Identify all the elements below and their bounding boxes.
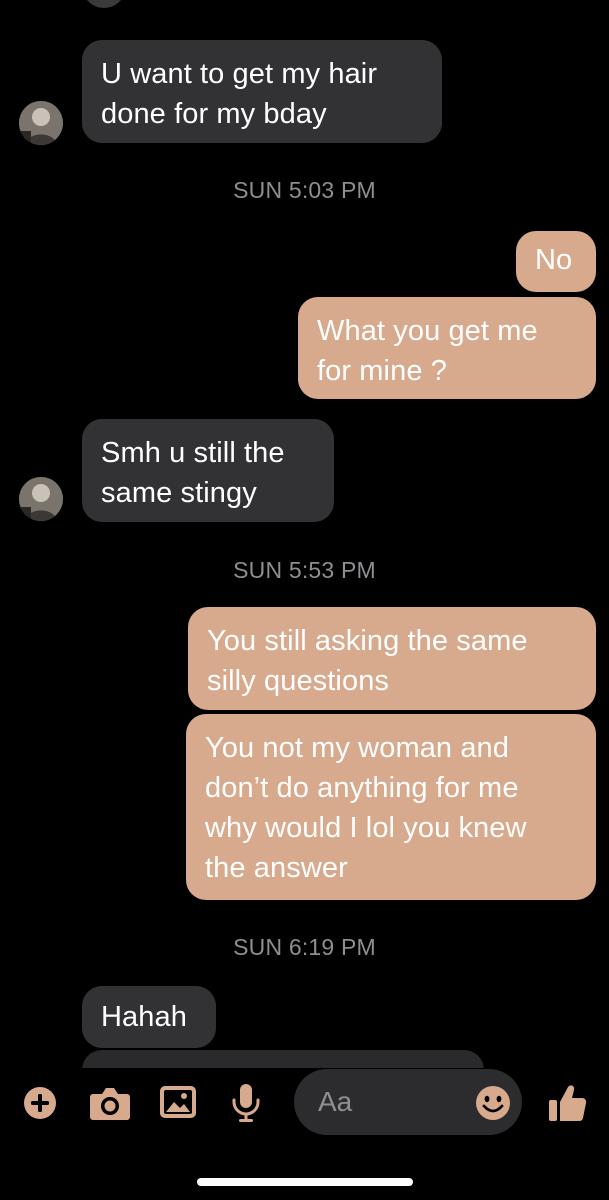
incoming-message[interactable]: Smh u still the same stingy — [82, 419, 334, 522]
emoji-icon[interactable] — [475, 1085, 511, 1121]
message-line: U want to get my hair — [101, 58, 378, 90]
incoming-message[interactable]: U want to get my hair done for my bday — [82, 40, 442, 143]
message-line: No — [535, 244, 573, 276]
message-line: You still asking the same — [207, 625, 528, 657]
message-line: don’t do anything for me — [205, 772, 519, 804]
message-line: for mine ? — [317, 355, 447, 387]
message-line: same stingy — [101, 477, 257, 509]
contact-avatar[interactable] — [19, 477, 63, 521]
partial-avatar — [82, 0, 126, 8]
message-line: Smh u still the — [101, 437, 285, 469]
microphone-icon[interactable] — [230, 1082, 262, 1124]
message-line: why would I lol you knew — [205, 812, 527, 844]
timestamp: SUN 5:53 PM — [233, 557, 376, 583]
camera-icon[interactable] — [89, 1083, 131, 1123]
message-line: done for my bday — [101, 98, 327, 130]
message-line: the answer — [205, 852, 348, 884]
outgoing-message[interactable]: What you get me for mine ? — [298, 297, 596, 399]
chat-screen: U want to get my hair done for my bday S… — [0, 0, 609, 1200]
message-line: You not my woman and — [205, 732, 510, 764]
message-input-placeholder: Aa — [318, 1086, 353, 1117]
image-icon[interactable] — [159, 1084, 197, 1120]
incoming-message[interactable]: Hahah — [82, 986, 216, 1048]
contact-avatar[interactable] — [19, 101, 63, 145]
partial-message — [82, 1050, 484, 1070]
message-line: What you get me — [317, 315, 538, 347]
outgoing-message[interactable]: You not my woman and don’t do anything f… — [186, 714, 596, 900]
thumbs-up-icon[interactable] — [548, 1082, 588, 1124]
home-indicator — [197, 1178, 413, 1186]
outgoing-message[interactable]: You still asking the same silly question… — [188, 607, 596, 710]
plus-icon[interactable] — [22, 1085, 58, 1121]
message-line: silly questions — [207, 665, 390, 697]
outgoing-message[interactable]: No — [516, 231, 596, 292]
timestamp: SUN 6:19 PM — [233, 934, 376, 960]
timestamp: SUN 5:03 PM — [233, 177, 376, 203]
message-line: Hahah — [101, 1001, 187, 1033]
